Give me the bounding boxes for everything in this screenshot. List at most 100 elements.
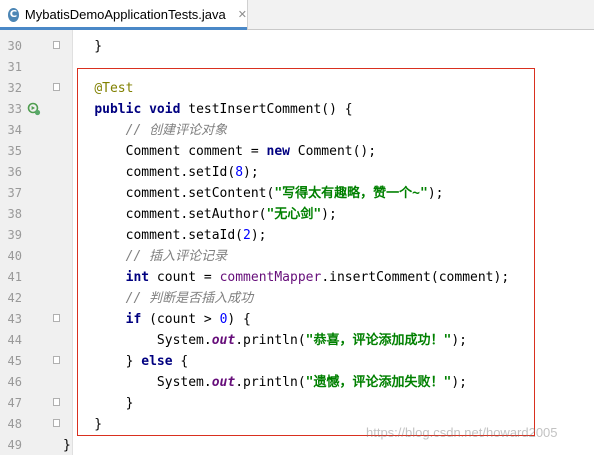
fold-marker-icon[interactable]: [53, 83, 60, 91]
line-number: 46: [7, 375, 22, 389]
code-line[interactable]: 31: [0, 57, 594, 78]
watermark: https://blog.csdn.net/howard2005: [366, 425, 558, 440]
line-number: 33: [7, 102, 22, 116]
code-text: public void testInsertComment() {: [63, 99, 353, 120]
code-line[interactable]: 38 comment.setAuthor("无心剑");: [0, 204, 594, 225]
code-text: }: [63, 414, 102, 435]
code-token: );: [321, 207, 337, 222]
code-line[interactable]: 40 // 插入评论记录: [0, 246, 594, 267]
code-token: );: [243, 165, 259, 180]
code-line[interactable]: 45 } else {: [0, 351, 594, 372]
code-line[interactable]: 35 Comment comment = new Comment();: [0, 141, 594, 162]
code-token: System.: [63, 375, 212, 390]
code-line[interactable]: 33 public void testInsertComment() {: [0, 99, 594, 120]
code-token: public: [94, 102, 142, 117]
code-token: testInsertComment() {: [180, 102, 353, 117]
fold-marker-icon[interactable]: [53, 419, 60, 427]
code-token: comment.setAuthor(: [63, 207, 267, 222]
fold-marker-icon[interactable]: [53, 356, 60, 364]
java-class-icon: C: [8, 7, 19, 22]
code-text: // 判断是否插入成功: [63, 288, 253, 309]
code-token: }: [63, 39, 103, 54]
code-token: .insertComment(comment);: [321, 270, 510, 285]
code-line[interactable]: 30 }: [0, 36, 594, 57]
code-token: "恭喜，评论添加成功！": [305, 333, 452, 348]
code-text: if (count > 0) {: [63, 309, 251, 330]
line-number: 44: [7, 333, 22, 347]
line-number: 47: [7, 396, 22, 410]
code-text: // 创建评论对象: [63, 120, 227, 141]
code-token: (count >: [141, 312, 220, 327]
line-number: 30: [7, 39, 22, 53]
code-line[interactable]: 32 @Test: [0, 78, 594, 99]
code-token: new: [266, 144, 290, 159]
code-token: out: [211, 375, 236, 390]
line-number: 49: [7, 438, 22, 452]
code-token: System.: [63, 333, 212, 348]
code-token: int: [125, 270, 150, 285]
code-line[interactable]: 43 if (count > 0) {: [0, 309, 594, 330]
code-token: .println(: [235, 375, 306, 390]
line-number: 35: [7, 144, 22, 158]
fold-marker-icon[interactable]: [53, 314, 60, 322]
code-token: "遗憾，评论添加失败！": [305, 375, 452, 390]
line-number: 37: [7, 186, 22, 200]
code-line[interactable]: 39 comment.setaId(2);: [0, 225, 594, 246]
line-number: 43: [7, 312, 22, 326]
code-line[interactable]: 36 comment.setId(8);: [0, 162, 594, 183]
code-line[interactable]: 34 // 创建评论对象: [0, 120, 594, 141]
editor-tab-bar: C MybatisDemoApplicationTests.java ✕: [0, 0, 594, 30]
code-token: 8: [235, 165, 244, 180]
code-text: comment.setContent("写得太有趣略，赞一个~");: [63, 183, 444, 204]
editor-tab[interactable]: C MybatisDemoApplicationTests.java ✕: [0, 0, 248, 30]
fold-marker-icon[interactable]: [53, 41, 60, 49]
code-text: // 插入评论记录: [63, 246, 227, 267]
code-line[interactable]: 47 }: [0, 393, 594, 414]
code-token: }: [63, 396, 134, 411]
code-token: }: [63, 438, 71, 453]
code-token: comment.setaId(: [63, 228, 244, 243]
close-icon[interactable]: ✕: [238, 8, 247, 21]
code-token: }: [63, 354, 142, 369]
code-token: "无心剑": [266, 207, 322, 222]
fold-marker-icon[interactable]: [53, 398, 60, 406]
code-token: @Test: [94, 81, 134, 96]
code-text: int count = commentMapper.insertComment(…: [63, 267, 510, 288]
line-number: 41: [7, 270, 22, 284]
line-number: 40: [7, 249, 22, 263]
code-text: }: [63, 435, 71, 456]
code-token: void: [149, 102, 181, 117]
code-token: commentMapper: [219, 270, 322, 285]
code-token: {: [172, 354, 189, 369]
line-number: 34: [7, 123, 22, 137]
line-number: 32: [7, 81, 22, 95]
code-token: );: [451, 333, 467, 348]
code-token: if: [125, 312, 142, 327]
line-number: 31: [7, 60, 22, 74]
code-line[interactable]: 41 int count = commentMapper.insertComme…: [0, 267, 594, 288]
code-text: }: [63, 36, 102, 57]
code-text: comment.setAuthor("无心剑");: [63, 204, 337, 225]
code-line[interactable]: 44 System.out.println("恭喜，评论添加成功！");: [0, 330, 594, 351]
code-token: }: [63, 417, 103, 432]
code-text: Comment comment = new Comment();: [63, 141, 376, 162]
code-token: out: [211, 333, 236, 348]
code-line[interactable]: 46 System.out.println("遗憾，评论添加失败！");: [0, 372, 594, 393]
code-token: Comment();: [289, 144, 377, 159]
code-token: comment.setContent(: [63, 186, 275, 201]
code-token: // 创建评论对象: [125, 123, 228, 138]
code-text: System.out.println("遗憾，评论添加失败！");: [63, 372, 467, 393]
code-token: );: [250, 228, 267, 243]
line-number: 45: [7, 354, 22, 368]
code-line[interactable]: 42 // 判断是否插入成功: [0, 288, 594, 309]
code-line[interactable]: 37 comment.setContent("写得太有趣略，赞一个~");: [0, 183, 594, 204]
code-text: @Test: [63, 78, 133, 99]
code-token: 2: [243, 228, 251, 243]
run-test-icon[interactable]: [27, 102, 41, 116]
